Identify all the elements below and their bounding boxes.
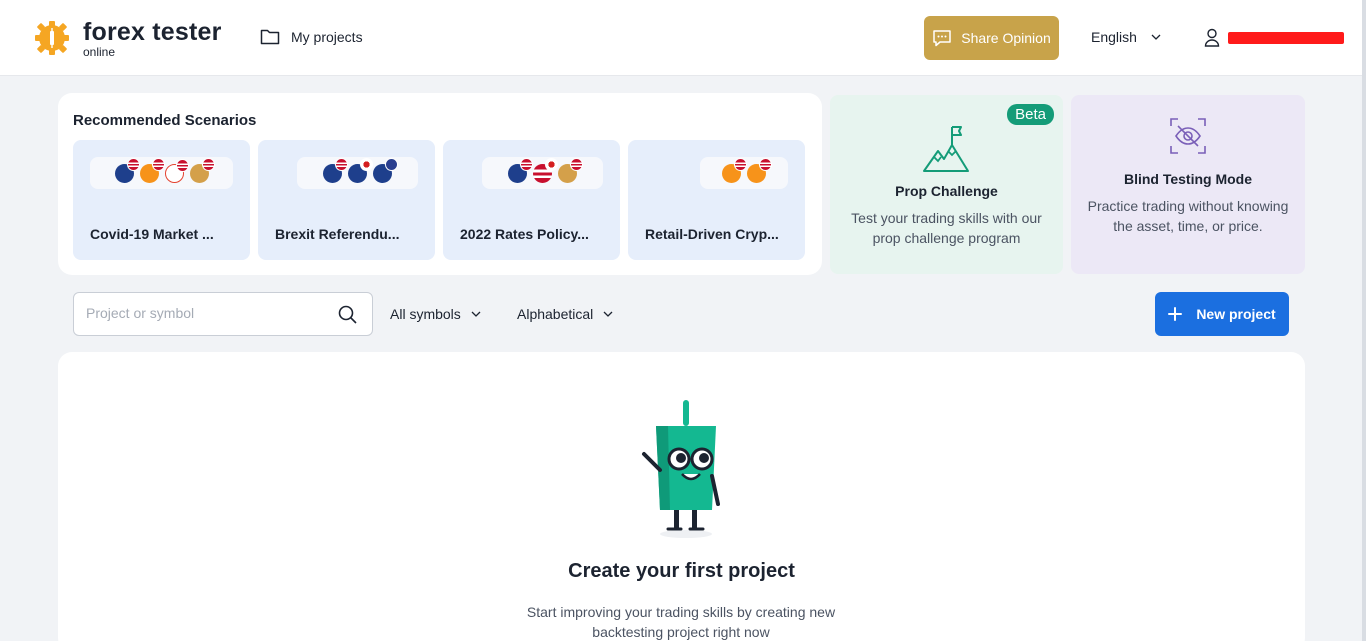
eye-off-icon	[1170, 118, 1206, 154]
nav-my-projects[interactable]: My projects	[260, 28, 363, 46]
gbp-flag-icon	[348, 157, 373, 183]
plus-icon	[1168, 307, 1183, 321]
search-icon[interactable]	[338, 305, 357, 324]
page-scrollbar[interactable]	[1362, 0, 1366, 641]
blind-testing-description: Practice trading without knowing the ass…	[1087, 198, 1289, 234]
eur-flag-icon	[114, 157, 140, 183]
scenario-name: 2022 Rates Policy...	[460, 226, 589, 242]
index-500-icon	[164, 158, 189, 183]
gbp-flag-icon	[323, 157, 348, 183]
eur-flag-icon	[373, 157, 398, 183]
search-box	[73, 292, 373, 336]
folder-icon	[260, 29, 280, 45]
scenario-symbols	[482, 157, 603, 189]
candlestick-mascot-illustration	[642, 400, 720, 538]
new-project-button[interactable]: New project	[1155, 292, 1289, 336]
user-icon	[1204, 28, 1220, 47]
mountain-flag-icon	[923, 126, 969, 172]
empty-state-title: Create your first project	[568, 560, 795, 582]
scenario-symbols	[700, 157, 788, 189]
gold-au-icon	[189, 157, 215, 183]
logo-gear-icon	[35, 21, 69, 55]
logo-subtitle: online	[83, 45, 116, 59]
chat-bubble-icon	[933, 30, 951, 47]
btc-coin-icon	[747, 157, 772, 183]
prop-challenge-description: Test your trading skills with our prop c…	[851, 210, 1042, 246]
blind-testing-title: Blind Testing Mode	[1123, 171, 1253, 187]
chevron-down-icon	[1151, 34, 1161, 40]
sort-dropdown[interactable]: Alphabetical	[517, 306, 613, 322]
scenario-name: Retail-Driven Cryp...	[645, 226, 779, 242]
scenario-name: Covid-19 Market ...	[90, 226, 214, 242]
top-header: forex tester online My projects Share Op…	[0, 0, 1362, 76]
scenario-card-retail-crypto[interactable]: Retail-Driven Cryp...	[628, 140, 805, 260]
language-label: English	[1091, 29, 1137, 45]
beta-badge: Beta	[1007, 104, 1054, 125]
scenario-card-covid[interactable]: Covid-19 Market ...	[73, 140, 250, 260]
logo-title: forex tester	[83, 18, 222, 46]
blind-testing-card[interactable]: Blind Testing Mode Practice trading with…	[1071, 95, 1305, 274]
user-menu[interactable]: username	[1204, 28, 1344, 47]
share-opinion-label: Share Opinion	[961, 30, 1051, 46]
prop-challenge-title: Prop Challenge	[895, 183, 998, 199]
scenario-name: Brexit Referendu...	[275, 226, 400, 242]
logo[interactable]: forex tester online	[34, 20, 222, 58]
empty-state-description: Start improving your trading skills by c…	[526, 604, 836, 640]
recommended-scenarios-panel: Recommended Scenarios Covid-19 Market ..…	[58, 93, 822, 275]
gold-au-icon	[558, 157, 583, 183]
scenario-symbols	[297, 157, 418, 189]
scenario-card-brexit[interactable]: Brexit Referendu...	[258, 140, 435, 260]
search-input[interactable]	[86, 305, 326, 321]
share-opinion-button[interactable]: Share Opinion	[924, 16, 1059, 60]
language-select[interactable]: English	[1091, 29, 1161, 45]
prop-challenge-card[interactable]: Beta Prop Challenge Test your trading sk…	[830, 95, 1063, 274]
empty-state-panel: Create your first project Start improvin…	[58, 352, 1305, 641]
scenario-card-rates[interactable]: 2022 Rates Policy...	[443, 140, 620, 260]
chevron-down-icon	[603, 311, 613, 317]
recommended-title: Recommended Scenarios	[73, 112, 257, 129]
symbols-filter-dropdown[interactable]: All symbols	[390, 306, 481, 322]
nav-my-projects-label: My projects	[291, 29, 363, 45]
user-name-redacted: username	[1228, 31, 1344, 44]
symbols-filter-label: All symbols	[390, 306, 461, 322]
eur-flag-icon	[508, 157, 533, 183]
scenario-symbols	[90, 157, 233, 189]
chevron-down-icon	[471, 311, 481, 317]
btc-coin-icon	[139, 157, 165, 183]
usd-flag-icon	[533, 157, 558, 183]
btc-coin-icon	[722, 157, 747, 183]
sort-label: Alphabetical	[517, 306, 594, 322]
new-project-label: New project	[1196, 306, 1276, 322]
